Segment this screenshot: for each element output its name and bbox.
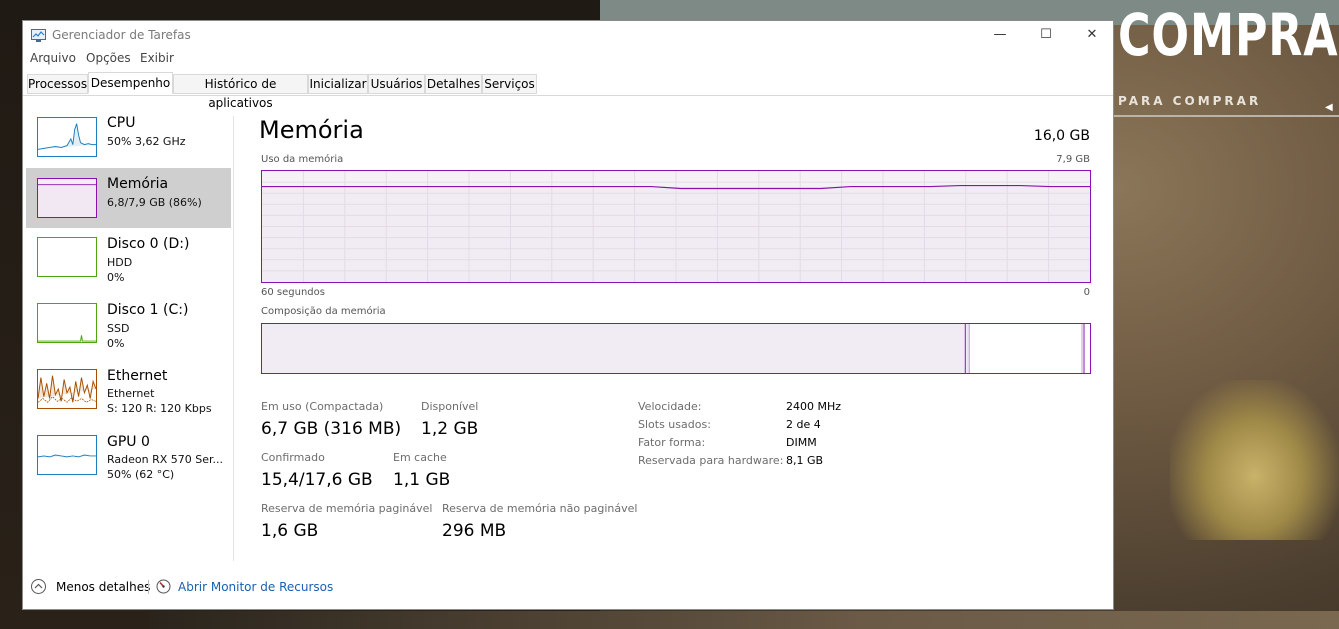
sidebar-item-label: Disco 0 (D:)	[107, 236, 190, 252]
sidebar-item-disco-0[interactable]: Disco 0 (D:) HDD 0%	[26, 231, 231, 293]
sidebar-item-usage: S: 120 R: 120 Kbps	[107, 402, 212, 415]
sidebar-item-detail: Radeon RX 570 Ser...	[107, 453, 224, 466]
property-value: 2400 MHz	[786, 400, 842, 413]
gpu-thumbnail-graph	[37, 435, 97, 475]
graph-time-right: 0	[1083, 287, 1090, 298]
in-use-label: Em uso (Compactada)	[261, 400, 384, 413]
property-key: Slots usados:	[638, 418, 711, 431]
paged-pool-value: 1,6 GB	[261, 521, 319, 541]
nonpaged-pool-label: Reserva de memória não paginável	[442, 502, 638, 515]
sidebar-item-detail: HDD	[107, 256, 133, 269]
sidebar-item-label: Ethernet	[107, 368, 168, 384]
sidebar-item-detail: SSD	[107, 322, 130, 335]
sidebar-item-usage: 0%	[107, 337, 125, 350]
menu-arquivo[interactable]: Arquivo	[30, 51, 76, 65]
tab-desempenho[interactable]: Desempenho	[88, 72, 173, 94]
usage-graph-label: Uso da memória	[261, 154, 344, 165]
maximize-button[interactable]: ☐	[1023, 21, 1069, 49]
property-key: Reservada para hardware:	[638, 454, 784, 467]
memory-composition-bar	[261, 323, 1091, 374]
window-title: Gerenciador de Tarefas	[52, 28, 191, 42]
property-key: Velocidade:	[638, 400, 702, 413]
tab-processos[interactable]: Processos	[27, 74, 88, 94]
less-details-button[interactable]: Menos detalhes	[56, 580, 150, 594]
sidebar-item-ethernet[interactable]: Ethernet Ethernet S: 120 R: 120 Kbps	[26, 363, 231, 425]
tab-detalhes[interactable]: Detalhes	[425, 74, 482, 94]
menu-exibir[interactable]: Exibir	[140, 51, 174, 65]
close-button[interactable]: ✕	[1069, 21, 1115, 49]
sidebar-item-detail: 50% 3,62 GHz	[107, 135, 186, 148]
nonpaged-pool-value: 296 MB	[442, 521, 507, 541]
graph-time-left: 60 segundos	[261, 287, 325, 298]
menu-bar: Arquivo Opções Exibir	[23, 49, 1113, 70]
property-key: Fator forma:	[638, 436, 706, 449]
available-value: 1,2 GB	[421, 419, 479, 439]
committed-value: 15,4/17,6 GB	[261, 470, 373, 490]
tab-strip-border	[23, 95, 1113, 96]
sidebar-item-gpu-0[interactable]: GPU 0 Radeon RX 570 Ser... 50% (62 °C)	[26, 429, 231, 491]
sidebar-item-memoria[interactable]: Memória 6,8/7,9 GB (86%)	[26, 168, 231, 228]
sidebar-item-usage: 50% (62 °C)	[107, 468, 175, 481]
sidebar-item-label: Disco 1 (C:)	[107, 302, 189, 318]
disk1-thumbnail-graph	[37, 303, 97, 343]
property-value: 8,1 GB	[786, 454, 824, 467]
sidebar-item-usage: 0%	[107, 271, 125, 284]
chevron-up-icon[interactable]	[31, 579, 46, 594]
sidebar-item-cpu[interactable]: CPU 50% 3,62 GHz	[26, 111, 231, 167]
page-title: Memória	[259, 116, 364, 144]
composition-label: Composição da memória	[261, 306, 386, 317]
tab-inicializar[interactable]: Inicializar	[308, 74, 368, 94]
cached-value: 1,1 GB	[393, 470, 451, 490]
game-divider	[1114, 115, 1339, 117]
total-memory: 16,0 GB	[1033, 128, 1090, 144]
memory-usage-graph	[261, 170, 1091, 283]
game-arrow-icon: ◀	[1325, 102, 1333, 113]
menu-opcoes[interactable]: Opções	[86, 51, 131, 65]
cached-label: Em cache	[393, 451, 447, 464]
game-plant	[1170, 380, 1339, 540]
game-buy-title: COMPRA	[1118, 1, 1339, 69]
tab-strip: Processos Desempenho Histórico de aplica…	[27, 72, 1113, 110]
title-bar[interactable]: Gerenciador de Tarefas — ☐ ✕	[23, 21, 1113, 49]
minimize-button[interactable]: —	[977, 21, 1023, 49]
footer-separator	[148, 580, 149, 594]
committed-label: Confirmado	[261, 451, 325, 464]
tab-historico[interactable]: Histórico de aplicativos	[173, 74, 308, 110]
task-manager-icon	[31, 29, 46, 42]
sidebar-item-label: GPU 0	[107, 434, 150, 450]
property-value: 2 de 4	[786, 418, 821, 431]
usage-graph-max: 7,9 GB	[1056, 154, 1090, 165]
disk0-thumbnail-graph	[37, 237, 97, 277]
sidebar-item-detail: 6,8/7,9 GB (86%)	[107, 196, 202, 209]
memory-thumbnail-graph	[37, 178, 97, 218]
open-resource-monitor-link[interactable]: Abrir Monitor de Recursos	[178, 580, 333, 594]
tab-servicos[interactable]: Serviços	[482, 74, 537, 94]
ethernet-thumbnail-graph	[37, 369, 97, 409]
game-buy-subtitle: PARA COMPRAR	[1118, 94, 1262, 108]
sidebar-item-detail: Ethernet	[107, 387, 155, 400]
sidebar-divider	[233, 116, 234, 561]
sidebar-item-label: CPU	[107, 115, 136, 131]
sidebar-item-label: Memória	[107, 176, 169, 192]
in-use-value: 6,7 GB (316 MB)	[261, 419, 402, 439]
sidebar-item-disco-1[interactable]: Disco 1 (C:) SSD 0%	[26, 297, 231, 359]
game-ground	[150, 611, 1339, 629]
paged-pool-label: Reserva de memória paginável	[261, 502, 433, 515]
resource-monitor-icon[interactable]	[156, 579, 171, 594]
property-value: DIMM	[786, 436, 817, 449]
task-manager-window: Gerenciador de Tarefas — ☐ ✕ Arquivo Opç…	[22, 20, 1114, 610]
available-label: Disponível	[421, 400, 479, 413]
cpu-thumbnail-graph	[37, 117, 97, 157]
footer: Menos detalhes Abrir Monitor de Recursos	[23, 571, 1113, 611]
tab-usuarios[interactable]: Usuários	[368, 74, 425, 94]
